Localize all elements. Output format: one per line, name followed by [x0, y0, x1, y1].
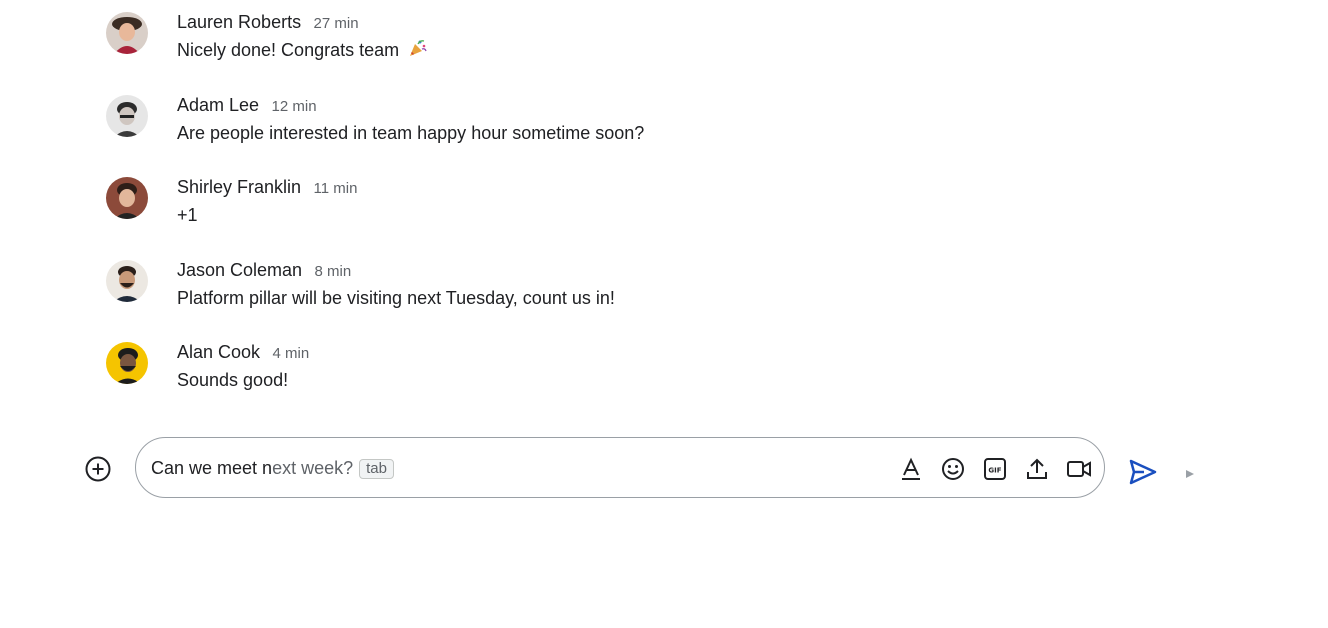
- author-name: Adam Lee: [177, 94, 260, 115]
- avatar[interactable]: [106, 342, 148, 385]
- message-item: Lauren Roberts 27 min Nicely done! Congr…: [106, 10, 1206, 93]
- message-time: 11 min: [313, 180, 358, 198]
- svg-text:GIF: GIF: [988, 467, 1001, 475]
- chat-page: Lauren Roberts 27 min Nicely done! Congr…: [0, 0, 1328, 628]
- message-text: Sounds good!: [177, 370, 289, 391]
- caret-right-icon[interactable]: [1184, 467, 1196, 479]
- message-text: +1: [177, 205, 198, 226]
- avatar[interactable]: [106, 177, 148, 220]
- message-item: Alan Cook 4 min Sounds good!: [106, 340, 1206, 423]
- message-item: Shirley Franklin 11 min +1: [106, 175, 1206, 258]
- author-name: Jason Coleman: [177, 259, 303, 280]
- message-item: Adam Lee 12 min Are people interested in…: [106, 93, 1206, 176]
- message-text: Platform pillar will be visiting next Tu…: [177, 287, 615, 308]
- message-text: Are people interested in team happy hour…: [177, 122, 645, 143]
- message-composer[interactable]: Can we meet next week? tab GIF: [135, 437, 1105, 498]
- message-item: Jason Coleman 8 min Platform pillar will…: [106, 258, 1206, 341]
- text-format-icon[interactable]: [898, 456, 924, 482]
- typed-text: Can we meet n: [151, 458, 273, 478]
- tab-hint-chip[interactable]: tab: [359, 459, 394, 479]
- author-name: Shirley Franklin: [177, 177, 302, 198]
- avatar[interactable]: [106, 259, 148, 302]
- add-circle-icon[interactable]: [84, 455, 112, 483]
- send-icon[interactable]: [1128, 457, 1158, 487]
- message-text: Nicely done! Congrats team: [177, 40, 400, 60]
- avatar[interactable]: [106, 94, 148, 137]
- upload-icon[interactable]: [1024, 456, 1050, 482]
- message-time: 27 min: [313, 15, 359, 32]
- message-time: 4 min: [272, 345, 310, 363]
- author-name: Lauren Roberts: [177, 12, 302, 32]
- message-input[interactable]: Can we meet next week? tab: [151, 457, 394, 479]
- emoji-icon[interactable]: [940, 456, 966, 482]
- smart-compose-suggestion: ext week?: [272, 458, 354, 478]
- message-time: 12 min: [271, 97, 317, 115]
- message-time: 8 min: [314, 262, 352, 280]
- avatar[interactable]: [106, 12, 148, 54]
- gif-icon[interactable]: GIF: [982, 456, 1008, 482]
- confetti-icon: [408, 38, 428, 65]
- author-name: Alan Cook: [177, 342, 261, 363]
- video-call-icon[interactable]: [1066, 456, 1092, 482]
- message-list: Lauren Roberts 27 min Nicely done! Congr…: [106, 10, 1206, 423]
- message-text-row: Nicely done! Congrats team: [177, 37, 428, 65]
